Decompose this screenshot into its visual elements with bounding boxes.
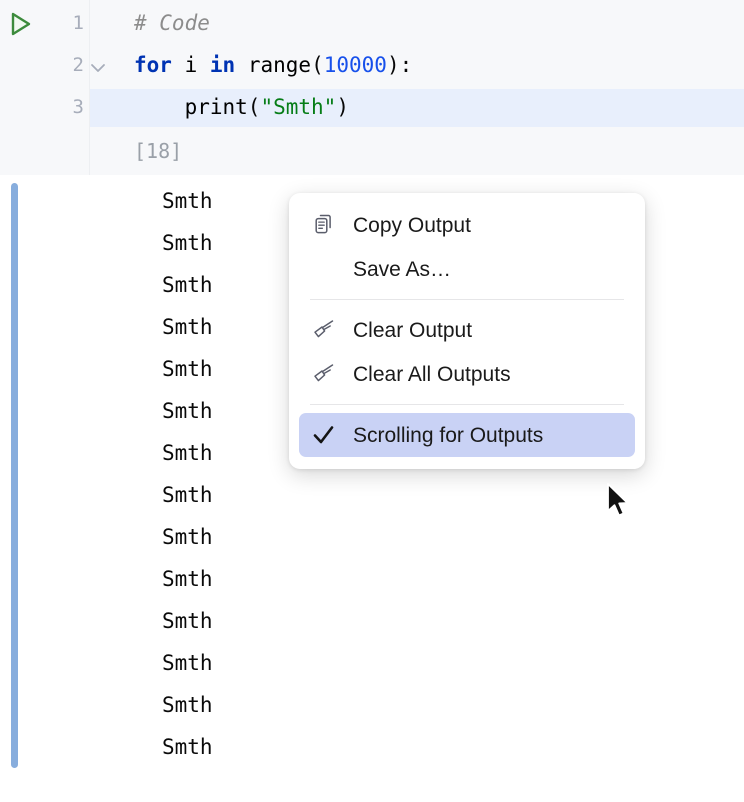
output-line: Smth <box>162 189 213 213</box>
menu-item-save-as[interactable]: Save As… <box>299 247 635 291</box>
code-token <box>172 53 185 77</box>
output-context-menu[interactable]: Copy Output Save As… Clear Output Clear All… <box>289 193 645 469</box>
code-token: : <box>400 53 413 77</box>
broom-icon <box>309 360 339 388</box>
execution-count-label: [18] <box>134 139 182 163</box>
menu-separator <box>310 404 624 405</box>
run-triangle-icon[interactable] <box>5 8 35 40</box>
code-token: ) <box>387 53 400 77</box>
output-line: Smth <box>162 231 213 255</box>
copy-icon <box>309 211 339 239</box>
code-token <box>197 53 210 77</box>
code-line-2: for i in range(10000): <box>134 52 412 78</box>
code-token: i <box>185 53 198 77</box>
menu-separator <box>310 299 624 300</box>
output-line: Smth <box>162 651 213 675</box>
code-line-1: # Code <box>134 10 210 36</box>
output-line: Smth <box>162 399 213 423</box>
code-token: # Code <box>134 11 210 35</box>
menu-item-label: Copy Output <box>353 215 471 236</box>
code-token: for <box>134 53 172 77</box>
code-token: ( <box>311 53 324 77</box>
menu-item-copy-output[interactable]: Copy Output <box>299 203 635 247</box>
menu-item-clear-all-outputs[interactable]: Clear All Outputs <box>299 352 635 396</box>
chevron-down-icon[interactable] <box>90 60 106 70</box>
code-token: print <box>185 95 248 119</box>
line-number-1: 1 <box>56 12 84 34</box>
code-token <box>235 53 248 77</box>
code-token: ) <box>336 95 349 119</box>
menu-item-scrolling-for-outputs[interactable]: Scrolling for Outputs <box>299 413 635 457</box>
check-icon <box>309 421 339 449</box>
none <box>309 255 339 283</box>
output-line: Smth <box>162 735 213 759</box>
code-token: "Smth" <box>260 95 336 119</box>
code-token <box>134 95 185 119</box>
output-line: Smth <box>162 609 213 633</box>
line-number-3: 3 <box>56 96 84 118</box>
code-token: 10000 <box>324 53 387 77</box>
menu-item-label: Scrolling for Outputs <box>353 425 543 446</box>
menu-item-label: Clear Output <box>353 320 472 341</box>
line-number-2: 2 <box>56 54 84 76</box>
code-token: ( <box>248 95 261 119</box>
menu-item-label: Save As… <box>353 259 451 280</box>
notebook-cell-area: 1 2 3 # Code for i in range(10000): prin… <box>0 0 744 802</box>
output-line: Smth <box>162 483 213 507</box>
menu-item-clear-output[interactable]: Clear Output <box>299 308 635 352</box>
output-line: Smth <box>162 441 213 465</box>
output-line: Smth <box>162 315 213 339</box>
code-token: in <box>210 53 235 77</box>
editor-gutter: 1 2 3 <box>0 0 90 175</box>
code-line-3: print("Smth") <box>134 94 349 120</box>
output-line: Smth <box>162 525 213 549</box>
output-line: Smth <box>162 273 213 297</box>
output-cell-marker-bar[interactable] <box>11 183 18 768</box>
output-line: Smth <box>162 567 213 591</box>
broom-icon <box>309 316 339 344</box>
output-line: Smth <box>162 693 213 717</box>
menu-item-label: Clear All Outputs <box>353 364 511 385</box>
output-line: Smth <box>162 357 213 381</box>
code-token: range <box>248 53 311 77</box>
